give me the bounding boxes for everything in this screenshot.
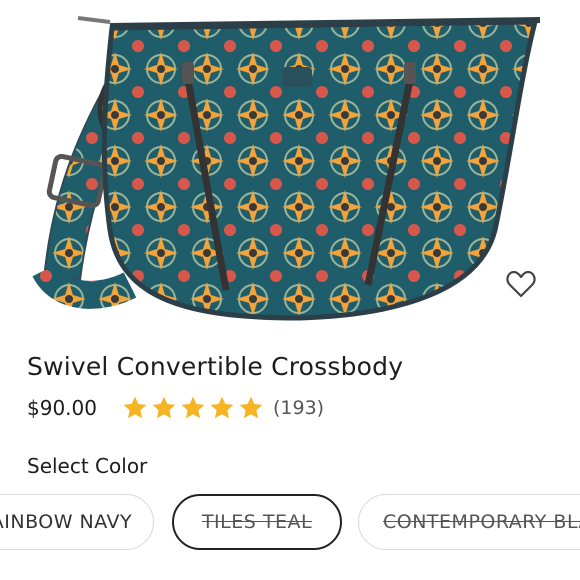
- star-icon: [123, 396, 147, 419]
- select-color-label: Select Color: [27, 454, 148, 478]
- star-icon: [152, 396, 176, 419]
- star-icon: [239, 396, 263, 419]
- star-rating[interactable]: [121, 395, 265, 421]
- color-option-rainbow-navy[interactable]: RAINBOW NAVY: [0, 494, 154, 550]
- color-option-contemporary-black[interactable]: CONTEMPORARY BLACK: [358, 494, 580, 550]
- review-count[interactable]: (193): [273, 397, 324, 419]
- product-title: Swivel Convertible Crossbody: [27, 352, 404, 381]
- color-option-label: TILES TEAL: [201, 511, 313, 533]
- star-icon: [181, 396, 205, 419]
- color-options: RAINBOW NAVY TILES TEAL CONTEMPORARY BLA…: [0, 490, 580, 560]
- product-image[interactable]: [0, 0, 580, 340]
- favorite-button[interactable]: [506, 270, 546, 310]
- star-icon: [210, 396, 234, 419]
- color-option-tiles-teal[interactable]: TILES TEAL: [172, 494, 342, 550]
- color-option-label: RAINBOW NAVY: [0, 511, 133, 533]
- color-option-label: CONTEMPORARY BLACK: [383, 511, 580, 533]
- product-price: $90.00: [27, 396, 97, 420]
- price-rating-row: $90.00 (193): [27, 393, 324, 423]
- heart-outline-icon: [506, 270, 536, 298]
- bag-photo: [32, 16, 541, 321]
